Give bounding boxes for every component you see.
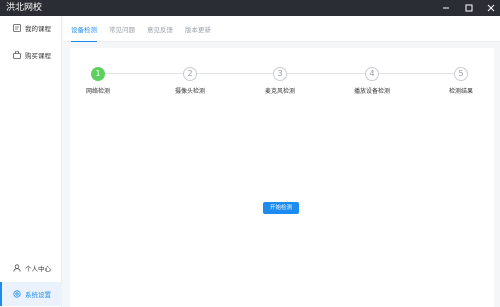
step-2-label: 摄像头检测 (174, 88, 206, 95)
step-4-circle: 4 (365, 67, 379, 81)
course-icon (12, 24, 21, 33)
settings-icon (12, 290, 21, 299)
sidebar-item-my-courses[interactable]: 我的课程 (0, 16, 62, 40)
sidebar-item-label: 系统设置 (25, 291, 51, 299)
bag-icon (12, 51, 21, 60)
sidebar-item-buy-courses[interactable]: 购买课程 (0, 43, 62, 67)
tab-device-check[interactable]: 设备检测 (71, 24, 97, 42)
sidebar-item-label: 个人中心 (25, 265, 51, 273)
tab-bar: 设备检测 常见问题 意见反馈 版本更新 (63, 16, 500, 42)
start-check-button[interactable]: 开始检测 (263, 202, 299, 214)
title-bar: 洪北网校 (0, 0, 500, 16)
sidebar: 我的课程 购买课程 个人中心 系统设置 (0, 16, 62, 307)
sidebar-item-profile[interactable]: 个人中心 (0, 256, 62, 280)
maximize-button[interactable] (461, 0, 477, 16)
tab-version-update[interactable]: 版本更新 (185, 24, 211, 42)
step-5-label: 检测结果 (448, 88, 474, 95)
step-1-label: 网络检测 (85, 88, 111, 95)
sidebar-item-label: 我的课程 (25, 25, 51, 33)
minimize-icon (443, 7, 449, 9)
step-4-label: 播放设备检测 (353, 88, 391, 95)
close-icon (487, 4, 495, 12)
tab-feedback[interactable]: 意见反馈 (147, 24, 173, 42)
maximize-icon (465, 4, 473, 12)
sidebar-item-label: 购买课程 (25, 52, 51, 60)
step-5-circle: 5 (454, 67, 468, 81)
close-button[interactable] (483, 0, 499, 16)
sidebar-item-settings[interactable]: 系统设置 (0, 282, 62, 306)
device-check-panel: 1 网络检测 2 摄像头检测 3 麦克风检测 4 播放设备检测 5 检测结果 开… (70, 48, 494, 307)
user-icon (12, 264, 21, 273)
window-title: 洪北网校 (6, 3, 43, 13)
minimize-button[interactable] (438, 0, 454, 16)
step-1-circle: 1 (91, 67, 105, 81)
tab-faq[interactable]: 常见问题 (109, 24, 135, 42)
step-2-circle: 2 (183, 67, 197, 81)
step-3-circle: 3 (273, 67, 287, 81)
step-3-label: 麦克风检测 (264, 88, 296, 95)
